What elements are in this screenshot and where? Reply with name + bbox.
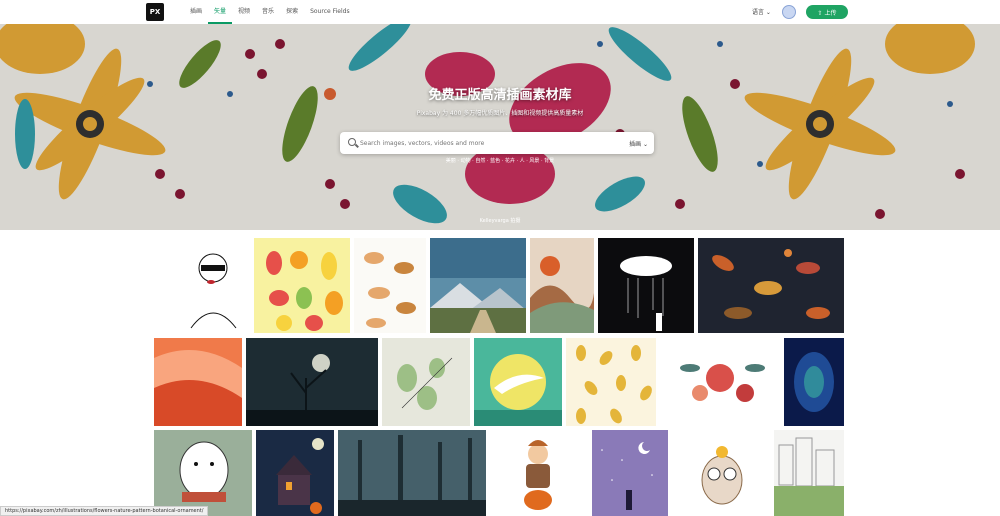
owl-image [701, 446, 743, 505]
image-tile-owl[interactable] [672, 430, 770, 516]
yellow-leaf-pattern-image [576, 345, 652, 424]
photo-credit[interactable]: Kelleyvarga 拍摄 [0, 217, 1000, 224]
nav-source-fields[interactable]: Source Fields [304, 0, 356, 24]
top-navigation-bar: PX 插画 矢量 视频 音乐 探索 Source Fields 语言 ⌄ ⇧ 上… [0, 0, 1000, 24]
haunted-house-image [276, 438, 324, 514]
image-tile-yellow-leaf-pattern[interactable] [566, 338, 656, 426]
image-tile-crane-moon[interactable] [474, 338, 562, 426]
orange-abstract-image [154, 350, 242, 426]
language-selector[interactable]: 语言 ⌄ [752, 7, 771, 16]
moon-tree-night-image [246, 354, 378, 426]
hero-subtitle: Pixabay 为 400 多万幅优质图片、插图和视频提供高质量素材 [416, 110, 584, 117]
image-tile-moon-tree-night[interactable] [246, 338, 378, 426]
nav-videos[interactable]: 视频 [232, 0, 256, 24]
image-tile-fruits[interactable] [254, 238, 350, 333]
image-tile-green-leaves-sketch[interactable] [382, 338, 470, 426]
image-tile-girl-pumpkin[interactable] [490, 430, 588, 516]
image-tile-woman-sunglasses[interactable] [176, 238, 250, 333]
image-tile-orange-abstract[interactable] [154, 338, 242, 426]
image-tile-misty-forest[interactable] [338, 430, 486, 516]
city-sketch-image [774, 437, 844, 516]
image-tile-mountain-landscape[interactable] [430, 238, 526, 333]
search-bar: 插画 ⌄ [340, 132, 654, 154]
crane-moon-image [474, 354, 562, 426]
galaxy-image [794, 352, 834, 412]
nav-music[interactable]: 音乐 [256, 0, 280, 24]
search-type-dropdown[interactable]: 插画 ⌄ [629, 139, 648, 148]
avatar[interactable] [782, 5, 796, 19]
image-tile-red-flowers[interactable] [660, 338, 780, 426]
image-tile-desert-hills[interactable] [530, 238, 594, 333]
red-flowers-image [680, 364, 765, 402]
pixabay-logo[interactable]: PX [146, 3, 164, 21]
nav-illustrations[interactable]: 插画 [184, 0, 208, 24]
starry-night-image [592, 430, 668, 516]
desert-hills-image [530, 256, 594, 333]
search-icon [348, 138, 356, 146]
search-input[interactable] [360, 132, 620, 154]
image-tile-starry-night[interactable] [592, 430, 668, 516]
woman-sunglasses-image [190, 253, 237, 329]
autumn-leaves-image [712, 249, 830, 319]
girl-pumpkin-image [524, 440, 552, 510]
mountain-landscape-image [430, 238, 526, 333]
polar-bear-image [179, 441, 229, 502]
floral-background-illustration [0, 24, 1000, 230]
image-tile-galaxy[interactable] [784, 338, 844, 426]
popular-tags[interactable]: 美丽 · 动物 · 自然 · 蓝色 · 花卉 · 人 · 风景 · 背景 [0, 157, 1000, 164]
image-grid [0, 230, 1000, 516]
image-tile-polar-bear[interactable] [154, 430, 252, 516]
nav-explore[interactable]: 探索 [280, 0, 304, 24]
cats-sketch-image [364, 252, 416, 328]
nav-vectors[interactable]: 矢量 [208, 0, 233, 24]
browser-status-bar: https://pixabay.com/zh/illustrations/flo… [0, 506, 209, 516]
misty-forest-image [338, 430, 486, 516]
fruits-image [266, 251, 343, 331]
main-nav: 插画 矢量 视频 音乐 探索 Source Fields [184, 0, 356, 24]
image-tile-autumn-leaves[interactable] [698, 238, 844, 333]
hero-banner: 免费正版高清插画素材库 Pixabay 为 400 多万幅优质图片、插图和视频提… [0, 24, 1000, 230]
image-tile-cats-sketch[interactable] [354, 238, 426, 333]
image-tile-city-sketch[interactable] [774, 430, 844, 516]
image-tile-rain-cloud[interactable] [598, 238, 694, 333]
image-tile-haunted-house[interactable] [256, 430, 334, 516]
upload-button[interactable]: ⇧ 上传 [806, 5, 848, 19]
green-leaves-sketch-image [397, 357, 453, 410]
hero-title: 免费正版高清插画素材库 [428, 88, 572, 103]
rain-cloud-image [620, 256, 672, 331]
